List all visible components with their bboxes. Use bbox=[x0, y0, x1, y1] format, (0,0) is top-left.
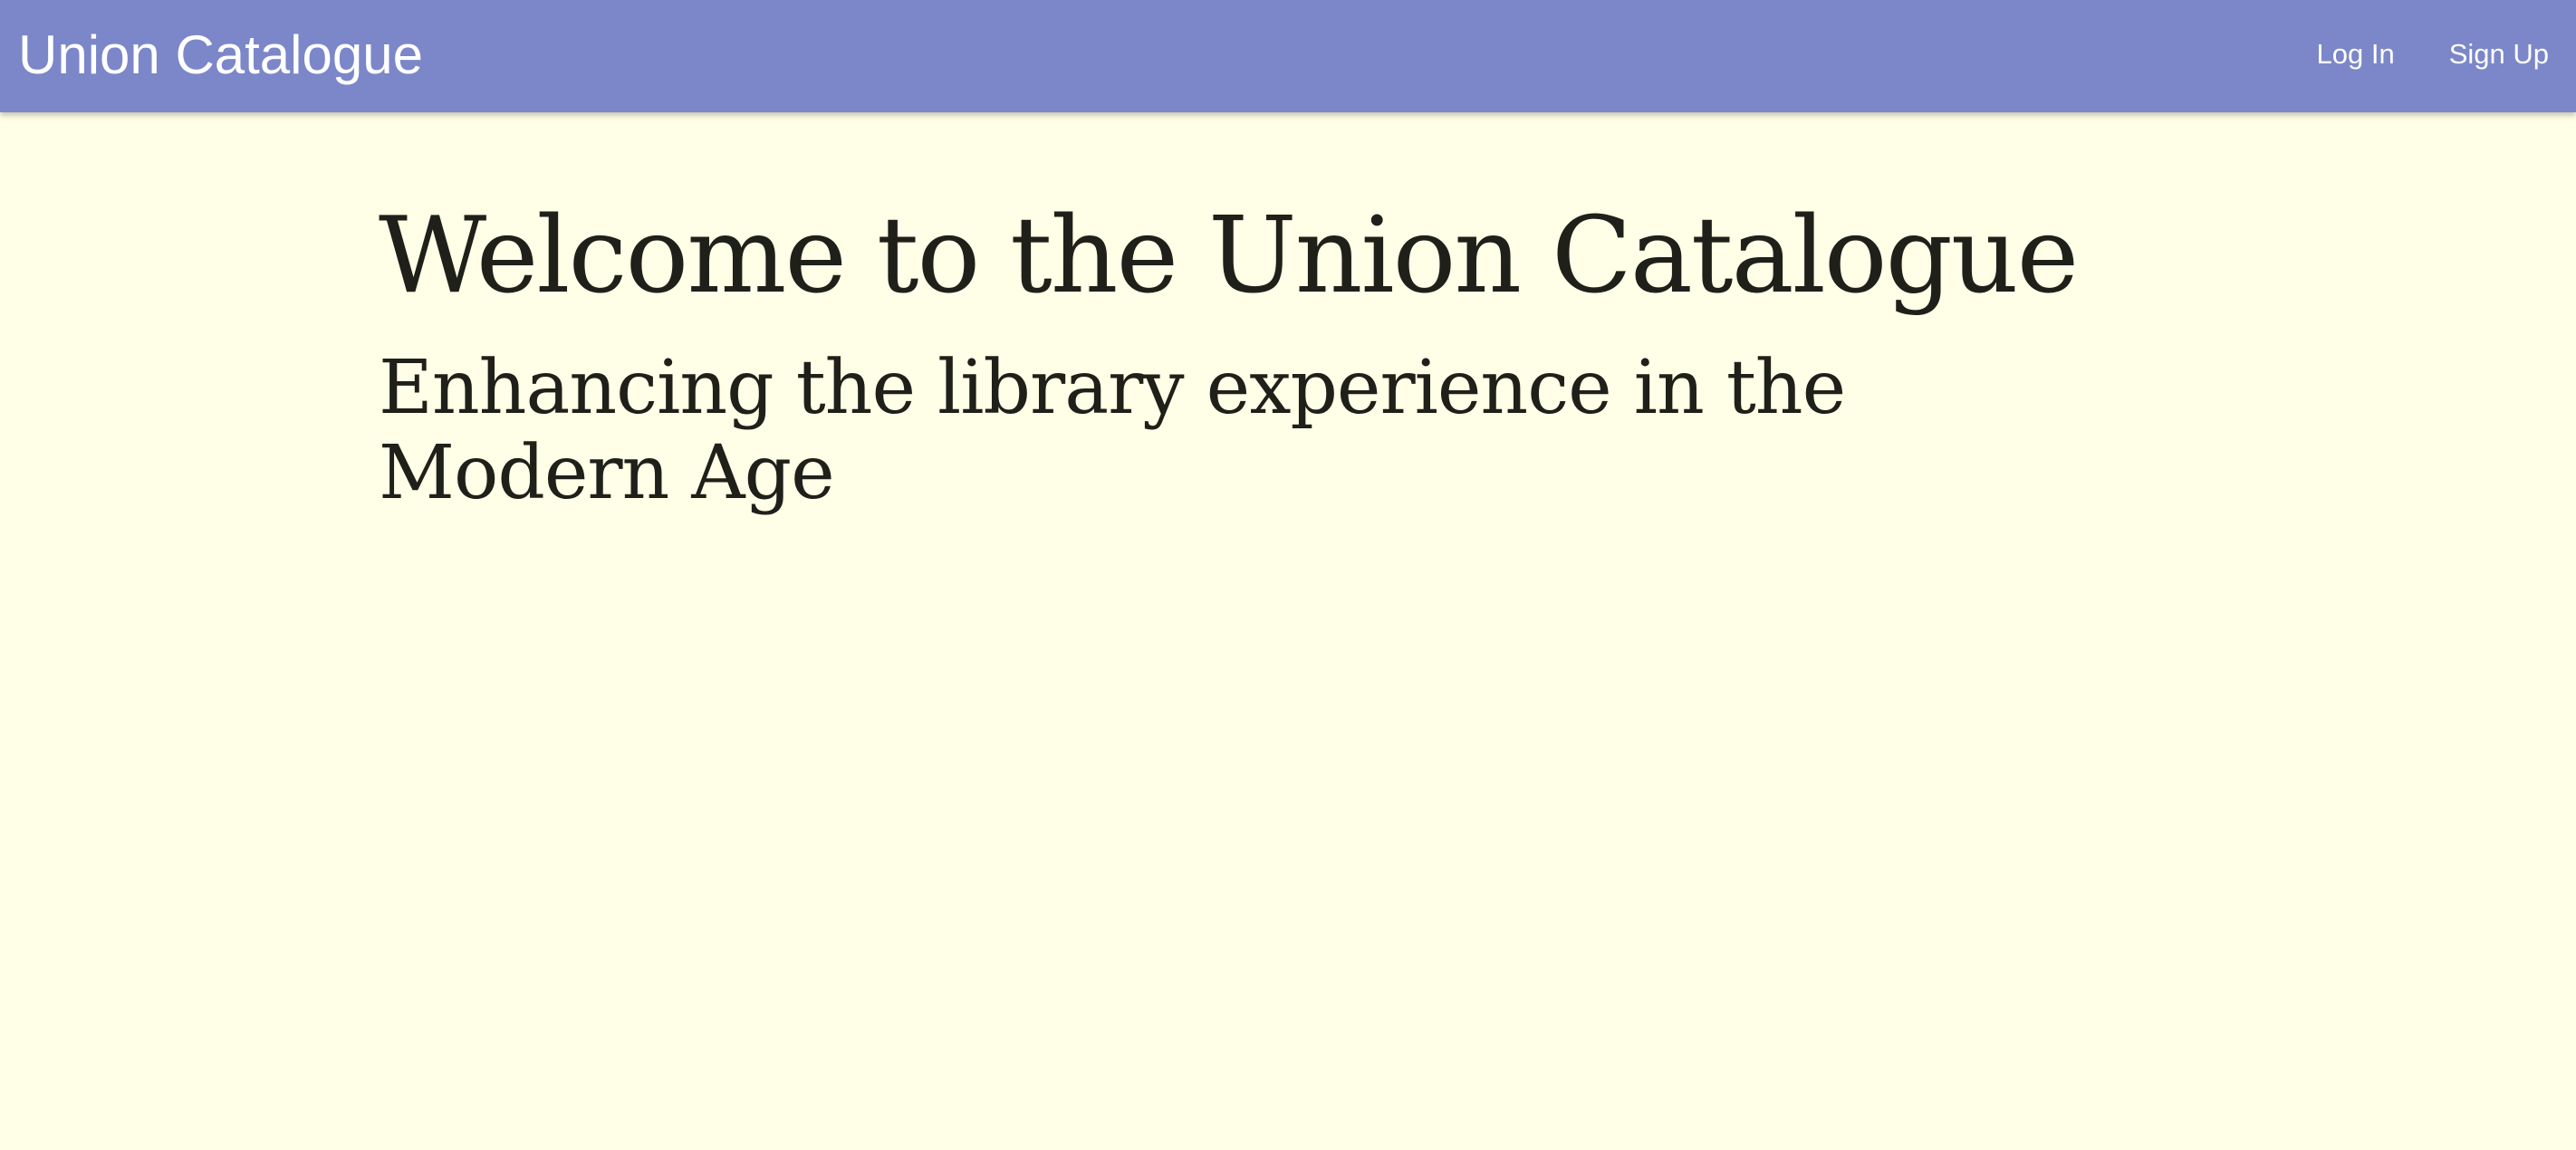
nav-links: Log In Sign Up bbox=[2317, 36, 2550, 72]
page-subtitle: Enhancing the library experience in the … bbox=[379, 345, 1846, 516]
top-navbar: Union Catalogue Log In Sign Up bbox=[0, 0, 2576, 112]
brand-link[interactable]: Union Catalogue bbox=[18, 24, 423, 87]
page-title: Welcome to the Union Catalogue bbox=[379, 195, 2079, 317]
signup-link[interactable]: Sign Up bbox=[2449, 36, 2549, 72]
login-link[interactable]: Log In bbox=[2317, 36, 2395, 72]
main-content: Welcome to the Union Catalogue Enhancing… bbox=[379, 112, 2100, 516]
